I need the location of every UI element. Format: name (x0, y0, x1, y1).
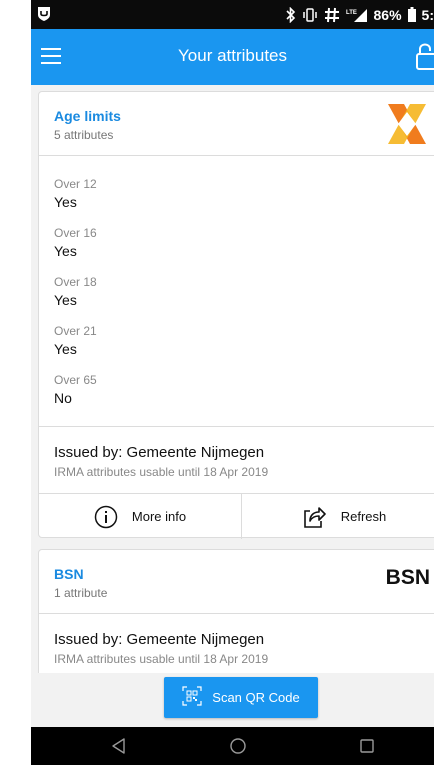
vibrate-icon (302, 7, 318, 23)
irma-logo-icon (384, 100, 430, 148)
more-info-label: More info (131, 509, 187, 524)
attribute-count: 1 attribute (54, 586, 108, 600)
credential-card-age-limits[interactable]: Age limits 5 attributes Over 12 Yes Over (38, 91, 434, 539)
card-actions: More info Refresh (39, 494, 434, 539)
battery-level: 86% (373, 6, 402, 23)
more-info-button[interactable]: More info (39, 494, 242, 539)
issuer-section: Issued by: Gemeente Nijmegen IRMA attrib… (39, 614, 434, 673)
credential-card-bsn[interactable]: BSN 1 attribute BSN Issued by: Gemeente … (38, 549, 434, 673)
share-icon (301, 504, 327, 530)
attribute-row: Over 18 Yes (54, 274, 432, 323)
home-icon[interactable] (228, 736, 248, 756)
attribute-count: 5 attributes (54, 128, 114, 142)
left-margin (0, 0, 31, 765)
hashtag-icon (324, 7, 340, 23)
status-icons: LTE 86% 5: (285, 0, 434, 29)
attribute-row: Over 12 Yes (54, 176, 432, 225)
credential-list[interactable]: Age limits 5 attributes Over 12 Yes Over (31, 85, 434, 673)
app-bar: Your attributes (31, 29, 434, 85)
issuer-section: Issued by: Gemeente Nijmegen IRMA attrib… (39, 427, 434, 494)
card-header: Age limits 5 attributes (39, 92, 434, 156)
attribute-label: Over 12 (54, 177, 97, 191)
attribute-value: Yes (54, 194, 77, 210)
navigation-bar (31, 727, 434, 765)
attribute-value: No (54, 390, 72, 406)
attribute-label: Over 16 (54, 226, 97, 240)
scan-qr-label: Scan QR Code (212, 690, 300, 705)
attribute-value: Yes (54, 243, 77, 259)
attribute-label: Over 18 (54, 275, 97, 289)
svg-text:LTE: LTE (346, 10, 357, 16)
bluetooth-icon (285, 6, 296, 23)
recent-apps-icon[interactable] (357, 736, 377, 756)
attribute-row: Over 16 Yes (54, 225, 432, 274)
attribute-list: Over 12 Yes Over 16 Yes Over 18 Yes Over… (39, 156, 434, 427)
card-title: BSN (54, 566, 84, 582)
attribute-value: Yes (54, 292, 77, 308)
card-title: Age limits (54, 108, 121, 124)
attribute-value: Yes (54, 341, 77, 357)
issued-by: Issued by: Gemeente Nijmegen (54, 444, 265, 461)
status-bar: LTE 86% 5: (31, 0, 434, 29)
lte-signal-icon: LTE (346, 7, 368, 23)
clock: 5: (421, 6, 434, 23)
scan-bar: Scan QR Code (31, 673, 434, 727)
lock-icon[interactable] (416, 41, 434, 71)
page-title: Your attributes (178, 46, 287, 65)
issued-by: Issued by: Gemeente Nijmegen (54, 631, 265, 648)
qr-icon (182, 686, 202, 709)
attribute-row: Over 65 No (54, 372, 432, 421)
phone-screen: LTE 86% 5: Your attributes Age limits 5 … (31, 0, 434, 765)
attribute-row: Over 21 Yes (54, 323, 432, 372)
back-icon[interactable] (109, 736, 129, 756)
scan-qr-button[interactable]: Scan QR Code (164, 677, 318, 718)
refresh-button[interactable]: Refresh (242, 494, 434, 539)
shield-icon (37, 6, 53, 22)
bsn-logo: BSN (385, 566, 430, 589)
info-icon (94, 505, 118, 529)
attribute-label: Over 21 (54, 324, 97, 338)
usable-until: IRMA attributes usable until 18 Apr 2019 (54, 652, 269, 666)
usable-until: IRMA attributes usable until 18 Apr 2019 (54, 465, 269, 479)
refresh-label: Refresh (340, 509, 387, 524)
attribute-label: Over 65 (54, 373, 97, 387)
card-header: BSN 1 attribute BSN (39, 550, 434, 614)
battery-icon (407, 7, 416, 22)
